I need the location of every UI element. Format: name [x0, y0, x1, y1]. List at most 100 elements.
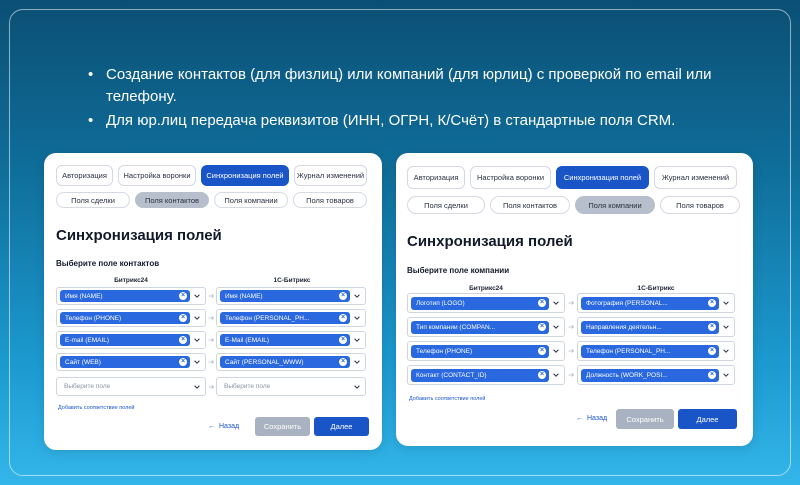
chevron-down-icon[interactable] [192, 357, 202, 367]
feature-item: Для юр.лиц передача реквизитов (ИНН, ОГР… [88, 110, 728, 132]
1c-bitrix-field-select[interactable]: E-Mail (EMAIL) × [216, 331, 366, 349]
chevron-down-icon[interactable] [192, 291, 202, 301]
tab-funnel-settings[interactable]: Настройка воронки [118, 165, 196, 186]
chip-label: Телефон (PERSONAL_PH... [225, 314, 310, 322]
clear-icon[interactable]: × [339, 358, 347, 366]
1c-bitrix-field-select[interactable]: Направления деятельн... × [577, 317, 735, 337]
bitrix24-field-select[interactable]: Телефон (PHONE) × [407, 341, 565, 361]
selected-field-chip: Должность (WORK_POSI... × [581, 368, 719, 382]
mapping-row: Телефон (PHONE) × Телефон (PERSONAL_PH...… [407, 341, 735, 361]
chip-label: Телефон (PERSONAL_PH... [586, 347, 671, 355]
tab-change-log[interactable]: Журнал изменений [294, 165, 367, 186]
mapping-row: Сайт (WEB) × Сайт (PERSONAL_WWW) × [56, 353, 366, 371]
chevron-down-icon[interactable] [551, 298, 561, 308]
1c-bitrix-field-select[interactable]: Имя (NAME) × [216, 287, 366, 305]
bitrix24-field-select[interactable]: Логотип (LOGO) × [407, 293, 565, 313]
bitrix24-field-select[interactable]: Контакт (CONTACT_ID) × [407, 365, 565, 385]
selected-field-chip: E-Mail (EMAIL) × [220, 334, 350, 346]
link-icon [565, 346, 577, 356]
clear-icon[interactable]: × [538, 347, 546, 355]
selected-field-chip: Имя (NAME) × [60, 290, 190, 302]
tab-field-sync[interactable]: Синхронизация полей [201, 165, 289, 186]
chevron-down-icon[interactable] [551, 322, 561, 332]
clear-icon[interactable]: × [179, 292, 187, 300]
clear-icon[interactable]: × [339, 314, 347, 322]
link-icon [565, 370, 577, 380]
clear-icon[interactable]: × [708, 323, 716, 331]
tab-change-log[interactable]: Журнал изменений [654, 166, 737, 189]
clear-icon[interactable]: × [708, 299, 716, 307]
save-button[interactable]: Сохранить [255, 417, 310, 436]
back-button[interactable]: ← Назад [208, 423, 239, 430]
subtab-contact-fields[interactable]: Поля контактов [490, 196, 570, 214]
clear-icon[interactable]: × [708, 347, 716, 355]
1c-bitrix-field-select[interactable]: Должность (WORK_POSI... × [577, 365, 735, 385]
1c-bitrix-field-select[interactable]: Телефон (PERSONAL_PH... × [216, 309, 366, 327]
bitrix24-field-select[interactable]: Сайт (WEB) × [56, 353, 206, 371]
subtab-company-fields[interactable]: Поля компании [575, 196, 655, 214]
chevron-down-icon[interactable] [352, 313, 362, 323]
next-button[interactable]: Далее [678, 409, 737, 429]
save-button[interactable]: Сохранить [616, 409, 674, 429]
selected-field-chip: Направления деятельн... × [581, 320, 719, 334]
clear-icon[interactable]: × [179, 336, 187, 344]
contacts-sync-card: Авторизация Настройка воронки Синхрониза… [44, 153, 382, 450]
feature-item: Создание контактов (для физлиц) или комп… [88, 64, 728, 108]
1c-bitrix-field-select[interactable]: Фотография (PERSONAL... × [577, 293, 735, 313]
1c-bitrix-field-select[interactable]: Сайт (PERSONAL_WWW) × [216, 353, 366, 371]
link-icon [206, 357, 216, 367]
chevron-down-icon[interactable] [352, 357, 362, 367]
chevron-down-icon[interactable] [192, 313, 202, 323]
tab-authorization[interactable]: Авторизация [407, 166, 465, 189]
link-icon [206, 291, 216, 301]
link-icon [206, 382, 216, 392]
bitrix24-field-select[interactable]: Имя (NAME) × [56, 287, 206, 305]
chevron-down-icon[interactable] [551, 370, 561, 380]
selected-field-chip: Имя (NAME) × [220, 290, 350, 302]
chevron-down-icon[interactable] [352, 335, 362, 345]
bitrix24-field-select[interactable]: Выберите поле [56, 377, 206, 396]
chevron-down-icon[interactable] [721, 346, 731, 356]
clear-icon[interactable]: × [339, 292, 347, 300]
link-icon [206, 335, 216, 345]
bitrix24-field-select[interactable]: Тип компании (COMPAN... × [407, 317, 565, 337]
column-header-1c-bitrix: 1С-Битрикс [273, 277, 311, 284]
tab-funnel-settings[interactable]: Настройка воронки [470, 166, 551, 189]
chevron-down-icon[interactable] [352, 291, 362, 301]
1c-bitrix-field-select[interactable]: Телефон (PERSONAL_PH... × [577, 341, 735, 361]
main-tabs: Авторизация Настройка воронки Синхрониза… [56, 165, 367, 186]
1c-bitrix-field-select[interactable]: Выберите поле [216, 377, 366, 396]
bitrix24-field-select[interactable]: E-mail (EMAIL) × [56, 331, 206, 349]
clear-icon[interactable]: × [538, 371, 546, 379]
subtab-deal-fields[interactable]: Поля сделки [407, 196, 485, 214]
subtab-product-fields[interactable]: Поля товаров [660, 196, 740, 214]
clear-icon[interactable]: × [538, 299, 546, 307]
chevron-down-icon[interactable] [721, 298, 731, 308]
clear-icon[interactable]: × [708, 371, 716, 379]
subtab-deal-fields[interactable]: Поля сделки [56, 192, 130, 208]
chevron-down-icon[interactable] [721, 370, 731, 380]
clear-icon[interactable]: × [179, 314, 187, 322]
chevron-down-icon[interactable] [551, 346, 561, 356]
add-mapping-link[interactable]: Добавить соответствие полей [409, 396, 485, 402]
back-button[interactable]: ← Назад [576, 415, 607, 422]
subtab-company-fields[interactable]: Поля компании [214, 192, 288, 208]
tab-authorization[interactable]: Авторизация [56, 165, 113, 186]
selected-field-chip: Сайт (PERSONAL_WWW) × [220, 356, 350, 368]
chevron-down-icon[interactable] [352, 382, 362, 392]
selected-field-chip: Телефон (PERSONAL_PH... × [220, 312, 350, 324]
tab-field-sync[interactable]: Синхронизация полей [556, 166, 649, 189]
subtab-contact-fields[interactable]: Поля контактов [135, 192, 209, 208]
clear-icon[interactable]: × [339, 336, 347, 344]
chevron-down-icon[interactable] [192, 382, 202, 392]
selected-field-chip: Телефон (PHONE) × [60, 312, 190, 324]
bitrix24-field-select[interactable]: Телефон (PHONE) × [56, 309, 206, 327]
clear-icon[interactable]: × [538, 323, 546, 331]
link-icon [206, 313, 216, 323]
subtab-product-fields[interactable]: Поля товаров [293, 192, 367, 208]
chevron-down-icon[interactable] [192, 335, 202, 345]
add-mapping-link[interactable]: Добавить соответствие полей [58, 405, 134, 411]
next-button[interactable]: Далее [314, 417, 369, 436]
chevron-down-icon[interactable] [721, 322, 731, 332]
clear-icon[interactable]: × [179, 358, 187, 366]
